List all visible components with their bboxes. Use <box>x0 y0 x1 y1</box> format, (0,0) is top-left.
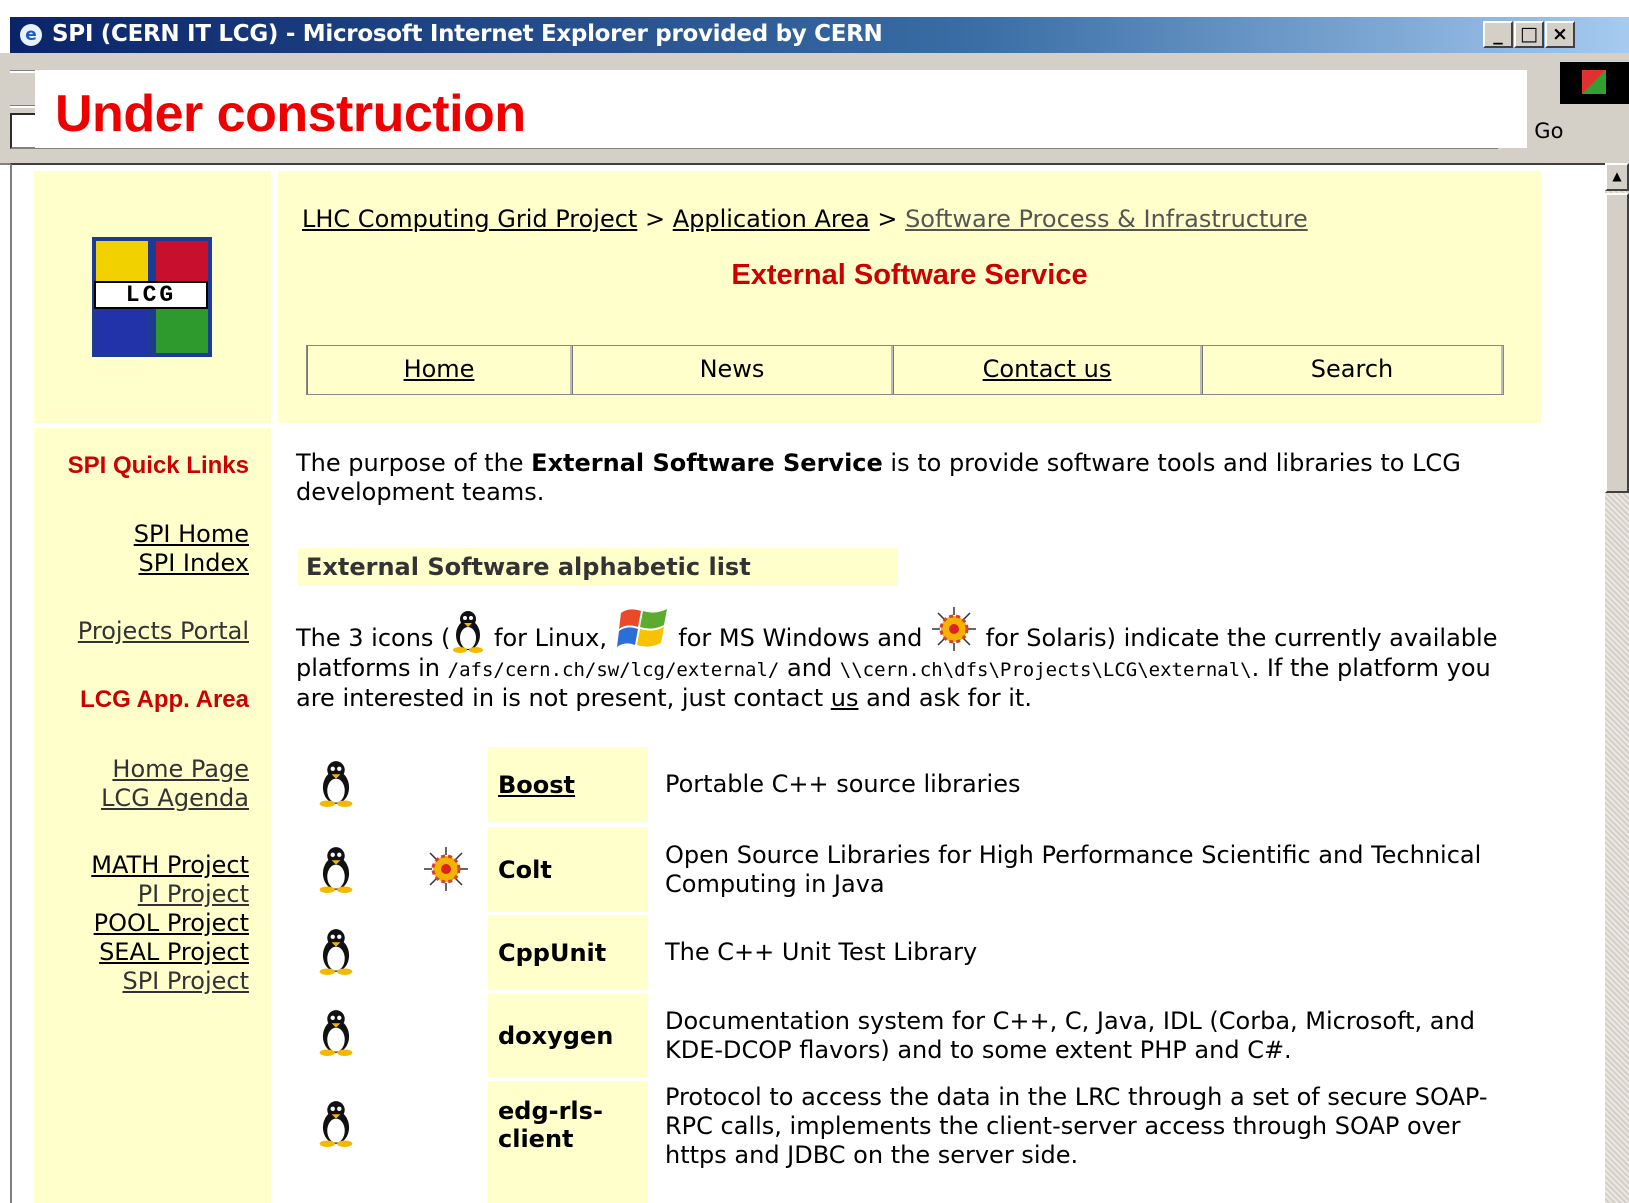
icons-text: for Linux, <box>486 624 615 652</box>
icons-text: and <box>779 654 840 682</box>
scrollbar-thumb[interactable] <box>1605 193 1629 493</box>
sidebar-item-spi-project[interactable]: SPI Project <box>122 967 249 995</box>
nav-contact[interactable]: Contact us <box>893 346 1202 394</box>
intro-text: The purpose of the <box>296 449 532 477</box>
sidebar-item-pool-project[interactable]: POOL Project <box>94 909 249 937</box>
package-name-cell: Colt <box>488 827 648 912</box>
package-description: The C++ Unit Test Library <box>665 938 978 966</box>
section-heading: External Software alphabetic list <box>298 548 898 586</box>
package-description: Portable C++ source libraries <box>665 770 1021 798</box>
icons-text: and ask for it. <box>858 684 1032 712</box>
package-description: Open Source Libraries for High Performan… <box>665 840 1482 898</box>
windows-flag-icon <box>1582 70 1606 94</box>
vertical-scrollbar[interactable]: ▲ <box>1605 163 1629 1203</box>
sidebar-item-seal-project[interactable]: SEAL Project <box>99 938 249 966</box>
breadcrumb-spi[interactable]: Software Process & Infrastructure <box>905 205 1308 233</box>
page-viewport: LCG LHC Computing Grid Project > Applica… <box>10 163 1605 1203</box>
nav-news-label: News <box>699 355 765 383</box>
logo-label: LCG <box>94 281 208 309</box>
nav-news[interactable]: News <box>572 346 893 394</box>
breadcrumb-separator: > <box>637 205 673 233</box>
sidebar-item-spi-home[interactable]: SPI Home <box>134 520 249 548</box>
dfs-path: \\cern.ch\dfs\Projects\LCG\external\ <box>839 659 1252 681</box>
go-label: Go <box>1534 119 1564 143</box>
minimize-button[interactable]: _ <box>1483 21 1513 48</box>
sidebar-heading-app-area: LCG App. Area <box>80 686 249 713</box>
package-name-cell: CppUnit <box>488 915 648 990</box>
nav-search[interactable]: Search <box>1202 346 1503 394</box>
linux-icon <box>319 929 353 975</box>
breadcrumb-separator: > <box>869 205 906 233</box>
under-construction-banner: Under construction <box>35 70 1527 148</box>
table-row: Boost Portable C++ source libraries <box>298 747 1518 822</box>
sidebar-item-spi-index[interactable]: SPI Index <box>139 549 249 577</box>
sidebar-item-math-project[interactable]: MATH Project <box>91 851 249 879</box>
lcg-logo[interactable]: LCG <box>92 237 212 357</box>
close-button[interactable]: × <box>1545 21 1575 48</box>
nav-contact-label: Contact us <box>982 355 1112 383</box>
sidebar-item-home-page[interactable]: Home Page <box>112 755 249 783</box>
intro-bold: External Software Service <box>531 449 883 477</box>
table-row: edg-rls-client Protocol to access the da… <box>298 1081 1518 1203</box>
table-row: CppUnit The C++ Unit Test Library <box>298 915 1518 990</box>
linux-icon <box>319 1101 353 1147</box>
breadcrumb: LHC Computing Grid Project > Application… <box>302 205 1308 233</box>
table-row: doxygen Documentation system for C++, C,… <box>298 994 1518 1077</box>
linux-icon <box>319 1010 353 1056</box>
nav-search-label: Search <box>1310 355 1394 383</box>
windows-logo-throbber <box>1560 62 1629 104</box>
banner-text: Under construction <box>55 85 526 143</box>
afs-path: /afs/cern.ch/sw/lcg/external/ <box>447 659 780 681</box>
scroll-up-arrow-icon[interactable]: ▲ <box>1605 163 1629 191</box>
sidebar-heading-quick-links: SPI Quick Links <box>67 452 249 479</box>
package-name-cell: doxygen <box>488 994 648 1077</box>
package-boost-link[interactable]: Boost <box>498 771 575 799</box>
nav-home[interactable]: Home <box>307 346 572 394</box>
solaris-icon <box>424 847 468 891</box>
linux-icon <box>453 611 484 653</box>
icons-text: The 3 icons ( <box>296 624 451 652</box>
breadcrumb-lhc-grid[interactable]: LHC Computing Grid Project <box>302 205 637 233</box>
solaris-icon <box>931 607 976 651</box>
linux-icon <box>319 761 353 807</box>
linux-icon <box>319 847 353 893</box>
internet-explorer-icon: e <box>20 24 42 46</box>
intro-paragraph: The purpose of the External Software Ser… <box>296 449 1516 507</box>
windows-icon <box>616 609 667 647</box>
package-name-cell: edg-rls-client <box>488 1081 648 1203</box>
package-description: Protocol to access the data in the LRC t… <box>665 1083 1488 1169</box>
contact-us-link[interactable]: us <box>831 684 859 712</box>
nav-home-label: Home <box>403 355 475 383</box>
package-description: Documentation system for C++, C, Java, I… <box>665 1006 1475 1064</box>
window-title: SPI (CERN IT LCG) - Microsoft Internet E… <box>52 21 883 47</box>
page-title: External Software Service <box>731 259 1088 291</box>
sidebar-item-lcg-agenda[interactable]: LCG Agenda <box>101 784 249 812</box>
table-row: Colt Open Source Libraries for High Perf… <box>298 827 1518 912</box>
icons-text: for MS Windows and <box>670 624 930 652</box>
top-nav: Home News Contact us Search <box>306 345 1504 395</box>
sidebar: SPI Quick Links SPI Home SPI Index Proje… <box>34 428 271 1203</box>
package-name-cell: Boost <box>488 747 648 822</box>
sidebar-item-projects-portal[interactable]: Projects Portal <box>78 617 249 645</box>
sidebar-item-pi-project[interactable]: PI Project <box>138 880 249 908</box>
maximize-button[interactable]: □ <box>1514 21 1544 48</box>
icons-paragraph: The 3 icons ( for Linux, for MS Windows … <box>296 605 1516 713</box>
breadcrumb-application-area[interactable]: Application Area <box>673 205 870 233</box>
